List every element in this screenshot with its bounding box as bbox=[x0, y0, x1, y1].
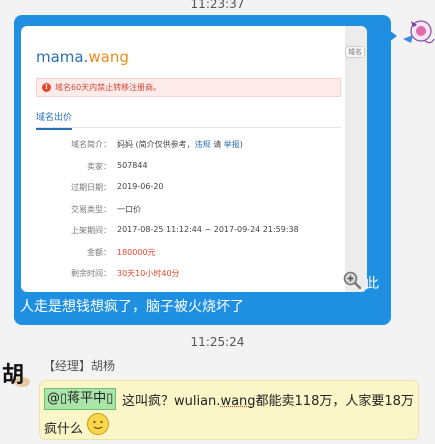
message-text: 这叫疯？wulian.wang都能卖118万，人家要18万 bbox=[122, 394, 414, 409]
brand-part1: mama. bbox=[36, 48, 89, 66]
avatar-image-icon bbox=[403, 20, 435, 44]
info-row: 域名简介： 妈妈 (简介仅供参考，违规 请 举报) bbox=[21, 139, 361, 153]
row-value: 507844 bbox=[117, 161, 148, 170]
row-value: 2019-06-20 bbox=[117, 182, 164, 191]
avatar-char: 胡 bbox=[2, 362, 25, 388]
brand-part2: wang bbox=[88, 48, 129, 66]
report-link: 违规 bbox=[194, 140, 211, 149]
row-value: 2017-08-25 11:12:44 ~ 2017-09-24 21:59:3… bbox=[117, 225, 299, 234]
info-row: 剩余时间： 30天10小时40分 bbox=[21, 268, 361, 282]
info-row: 卖家： 507844 bbox=[21, 161, 361, 175]
user-avatar[interactable] bbox=[401, 15, 435, 49]
row-label: 域名简介： bbox=[71, 140, 111, 149]
info-row: 过期日期： 2019-06-20 bbox=[21, 182, 361, 196]
divider bbox=[36, 127, 341, 128]
timestamp: 11:23:37 bbox=[190, 0, 245, 11]
row-value: 180000元 bbox=[117, 248, 156, 257]
sender-avatar[interactable]: 胡 bbox=[0, 356, 32, 388]
row-label: 金额： bbox=[87, 248, 111, 257]
bubble-tail bbox=[389, 30, 397, 42]
row-value: 妈妈 (简介仅供参考，违规 请 举报) bbox=[117, 140, 243, 149]
info-row: 金额： 180000元 bbox=[21, 247, 361, 261]
report-link-2: 举报 bbox=[223, 140, 240, 149]
info-row: 交易类型： 一口价 bbox=[21, 204, 361, 218]
row-value: 一口价 bbox=[117, 205, 141, 214]
domain-brand: mama.wang bbox=[36, 48, 129, 66]
warning-banner: ! 域名60天内禁止转移注册商。 bbox=[36, 78, 341, 97]
zoom-in-icon[interactable] bbox=[343, 271, 362, 290]
side-tab: 域名 bbox=[345, 46, 365, 58]
row-label: 剩余时间： bbox=[71, 269, 111, 278]
message-text-fragment: 此 bbox=[365, 276, 379, 292]
smiley-emoji-icon bbox=[86, 412, 110, 436]
mention-tag[interactable]: @▯蒋平中▯ bbox=[44, 388, 117, 410]
row-label: 交易类型： bbox=[71, 205, 111, 214]
row-label: 过期日期： bbox=[71, 183, 111, 192]
row-label: 卖家： bbox=[87, 162, 111, 171]
message-text: 人走是想钱想疯了，脑子被火烧坏了 bbox=[20, 299, 244, 315]
embedded-screenshot[interactable]: 域名 mama.wang ! 域名60天内禁止转移注册商。 域名出价 域名简介：… bbox=[21, 26, 367, 292]
info-row: 上架期间： 2017-08-25 11:12:44 ~ 2017-09-24 2… bbox=[21, 225, 361, 239]
message-text-line2: 疯什么 bbox=[44, 422, 84, 437]
row-label: 上架期间： bbox=[71, 226, 111, 235]
timestamp: 11:25:24 bbox=[190, 335, 245, 349]
sender-name[interactable]: 【经理】胡杨 bbox=[43, 357, 115, 374]
warning-text: 域名60天内禁止转移注册商。 bbox=[55, 83, 162, 92]
alert-icon: ! bbox=[42, 83, 51, 92]
row-value: 30天10小时40分 bbox=[117, 269, 180, 278]
